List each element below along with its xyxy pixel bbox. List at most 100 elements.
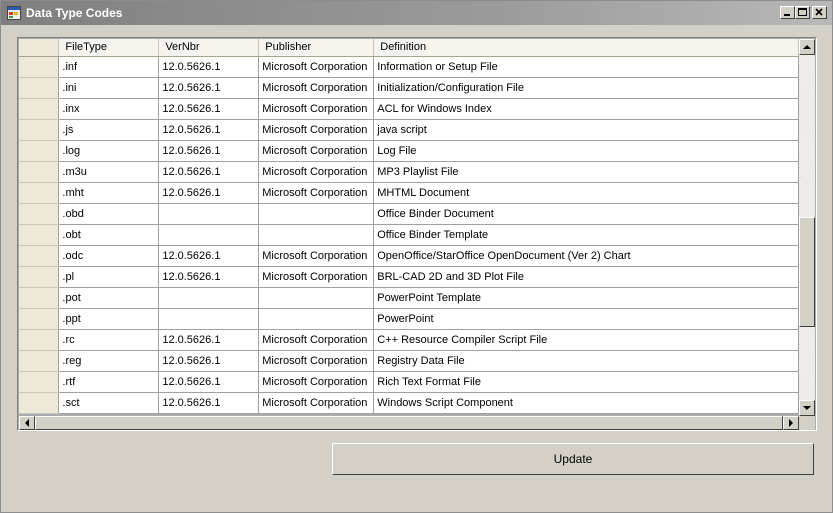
- cell-filetype[interactable]: .sct: [58, 392, 160, 414]
- cell-definition[interactable]: PowerPoint Template: [373, 287, 799, 309]
- cell-definition[interactable]: Initialization/Configuration File: [373, 77, 799, 99]
- row-selector[interactable]: [19, 119, 60, 141]
- row-selector[interactable]: [19, 245, 60, 267]
- table-row[interactable]: .obt Office Binder Template: [19, 224, 799, 246]
- cell-publisher[interactable]: Microsoft Corporation: [258, 329, 375, 351]
- table-row[interactable]: .log 12.0.5626.1 Microsoft Corporation Log …: [19, 140, 799, 162]
- row-selector[interactable]: [19, 371, 60, 393]
- table-row[interactable]: .sct 12.0.5626.1 Microsoft Corporation Wind…: [19, 392, 799, 414]
- table-row[interactable]: .m3u 12.0.5626.1 Microsoft Corporation MP3 …: [19, 161, 799, 183]
- cell-definition[interactable]: Rich Text Format File: [373, 371, 799, 393]
- table-row[interactable]: .pot PowerPoint Template: [19, 287, 799, 309]
- row-selector[interactable]: [19, 392, 60, 414]
- cell-definition[interactable]: MP3 Playlist File: [373, 161, 799, 183]
- cell-definition[interactable]: Office Binder Document: [373, 203, 799, 225]
- table-row[interactable]: .ppt PowerPoint: [19, 308, 799, 330]
- cell-filetype[interactable]: .pl: [58, 266, 160, 288]
- table-row[interactable]: .obd Office Binder Document: [19, 203, 799, 225]
- data-grid[interactable]: FileType VerNbr Publisher Definition .in…: [17, 37, 817, 431]
- cell-vernbr[interactable]: 12.0.5626.1: [158, 140, 260, 162]
- maximize-button[interactable]: [795, 6, 810, 19]
- cell-vernbr[interactable]: [158, 308, 260, 330]
- header-corner[interactable]: [19, 39, 60, 57]
- cell-vernbr[interactable]: 12.0.5626.1: [158, 56, 260, 78]
- cell-filetype[interactable]: .reg: [58, 350, 160, 372]
- cell-publisher[interactable]: [258, 308, 375, 330]
- table-row[interactable]: .rc 12.0.5626.1 Microsoft Corporation C++ R…: [19, 329, 799, 351]
- title-bar[interactable]: Data Type Codes: [1, 1, 832, 25]
- cell-publisher[interactable]: Microsoft Corporation: [258, 140, 375, 162]
- row-selector[interactable]: [19, 350, 60, 372]
- cell-definition[interactable]: C++ Resource Compiler Script File: [373, 329, 799, 351]
- row-selector[interactable]: [19, 224, 60, 246]
- row-selector[interactable]: [19, 161, 60, 183]
- cell-publisher[interactable]: [258, 287, 375, 309]
- cell-filetype[interactable]: .ppt: [58, 308, 160, 330]
- table-row[interactable]: .reg 12.0.5626.1 Microsoft Corporation Regi…: [19, 350, 799, 372]
- cell-publisher[interactable]: [258, 224, 375, 246]
- cell-publisher[interactable]: Microsoft Corporation: [258, 182, 375, 204]
- update-button[interactable]: Update: [332, 443, 814, 475]
- cell-filetype[interactable]: .pot: [58, 287, 160, 309]
- cell-definition[interactable]: Office Binder Template: [373, 224, 799, 246]
- cell-definition[interactable]: PowerPoint: [373, 308, 799, 330]
- row-selector[interactable]: [19, 329, 60, 351]
- table-row[interactable]: .ini 12.0.5626.1 Microsoft Corporation Init…: [19, 77, 799, 99]
- column-header-publisher[interactable]: Publisher: [258, 39, 375, 57]
- cell-publisher[interactable]: Microsoft Corporation: [258, 119, 375, 141]
- column-header-filetype[interactable]: FileType: [58, 39, 160, 57]
- row-selector[interactable]: [19, 182, 60, 204]
- cell-vernbr[interactable]: 12.0.5626.1: [158, 371, 260, 393]
- table-row[interactable]: .js 12.0.5626.1 Microsoft Corporation java …: [19, 119, 799, 141]
- row-selector[interactable]: [19, 266, 60, 288]
- cell-definition[interactable]: Log File: [373, 140, 799, 162]
- cell-definition[interactable]: Windows Script Component: [373, 392, 799, 414]
- cell-vernbr[interactable]: [158, 224, 260, 246]
- cell-vernbr[interactable]: 12.0.5626.1: [158, 119, 260, 141]
- vertical-scrollbar[interactable]: [799, 39, 815, 416]
- table-row[interactable]: .rtf 12.0.5626.1 Microsoft Corporation Rich…: [19, 371, 799, 393]
- row-selector[interactable]: [19, 98, 60, 120]
- cell-definition[interactable]: Registry Data File: [373, 350, 799, 372]
- cell-publisher[interactable]: Microsoft Corporation: [258, 350, 375, 372]
- cell-definition[interactable]: java script: [373, 119, 799, 141]
- cell-publisher[interactable]: Microsoft Corporation: [258, 98, 375, 120]
- horizontal-scroll-thumb[interactable]: [35, 416, 783, 430]
- row-selector[interactable]: [19, 308, 60, 330]
- row-selector[interactable]: [19, 287, 60, 309]
- cell-vernbr[interactable]: 12.0.5626.1: [158, 266, 260, 288]
- cell-filetype[interactable]: .obd: [58, 203, 160, 225]
- cell-filetype[interactable]: .odc: [58, 245, 160, 267]
- vertical-scroll-thumb[interactable]: [799, 217, 815, 327]
- scroll-left-button[interactable]: [19, 416, 35, 430]
- cell-publisher[interactable]: Microsoft Corporation: [258, 161, 375, 183]
- cell-filetype[interactable]: .rtf: [58, 371, 160, 393]
- cell-filetype[interactable]: .inx: [58, 98, 160, 120]
- scroll-down-button[interactable]: [799, 400, 815, 416]
- cell-definition[interactable]: OpenOffice/StarOffice OpenDocument (Ver …: [373, 245, 799, 267]
- table-row[interactable]: .inf 12.0.5626.1 Microsoft Corporation Info…: [19, 56, 799, 78]
- cell-vernbr[interactable]: 12.0.5626.1: [158, 350, 260, 372]
- cell-filetype[interactable]: .rc: [58, 329, 160, 351]
- minimize-button[interactable]: [780, 6, 795, 19]
- cell-publisher[interactable]: Microsoft Corporation: [258, 245, 375, 267]
- cell-publisher[interactable]: Microsoft Corporation: [258, 266, 375, 288]
- table-row[interactable]: .pl 12.0.5626.1 Microsoft Corporation BRL-C…: [19, 266, 799, 288]
- close-button[interactable]: [812, 6, 827, 19]
- row-selector[interactable]: [19, 203, 60, 225]
- cell-definition[interactable]: ACL for Windows Index: [373, 98, 799, 120]
- cell-definition[interactable]: MHTML Document: [373, 182, 799, 204]
- cell-filetype[interactable]: .obt: [58, 224, 160, 246]
- cell-publisher[interactable]: Microsoft Corporation: [258, 77, 375, 99]
- cell-filetype[interactable]: .m3u: [58, 161, 160, 183]
- cell-vernbr[interactable]: [158, 287, 260, 309]
- cell-filetype[interactable]: .log: [58, 140, 160, 162]
- cell-publisher[interactable]: Microsoft Corporation: [258, 56, 375, 78]
- cell-vernbr[interactable]: 12.0.5626.1: [158, 245, 260, 267]
- cell-definition[interactable]: BRL-CAD 2D and 3D Plot File: [373, 266, 799, 288]
- table-row[interactable]: .inx 12.0.5626.1 Microsoft Corporation ACL …: [19, 98, 799, 120]
- cell-publisher[interactable]: Microsoft Corporation: [258, 392, 375, 414]
- cell-publisher[interactable]: Microsoft Corporation: [258, 371, 375, 393]
- row-selector[interactable]: [19, 77, 60, 99]
- cell-vernbr[interactable]: 12.0.5626.1: [158, 182, 260, 204]
